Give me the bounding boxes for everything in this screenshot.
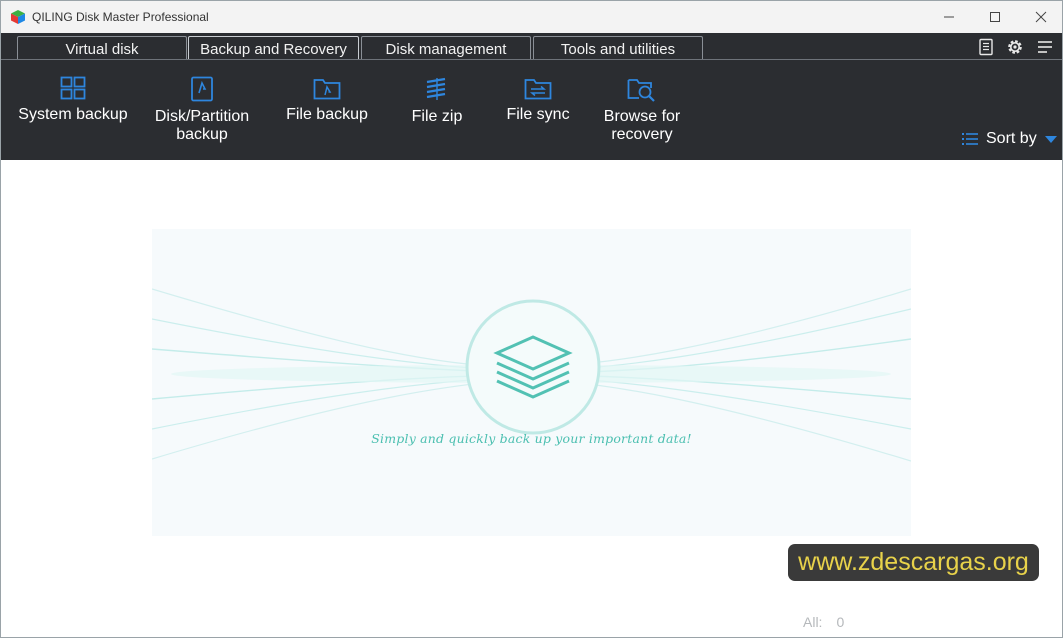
file-zip-button[interactable]: File zip [397,76,477,126]
tab-disk-management[interactable]: Disk management [361,36,531,61]
close-button[interactable] [1018,1,1062,33]
watermark-banner: www.zdescargas.org [788,544,1039,581]
browse-for-recovery-label-line1: Browse for [603,108,681,125]
browse-for-recovery-button[interactable]: Browse for recovery [592,76,692,144]
title-bar: QILING Disk Master Professional [1,1,1062,33]
item-count: All: 0 [803,614,844,630]
file-sync-label: File sync [506,106,570,123]
disk-partition-backup-button[interactable]: Disk/Partition backup [147,76,257,144]
tab-tools-and-utilities[interactable]: Tools and utilities [533,36,703,61]
gear-icon[interactable] [1005,37,1025,57]
browse-recovery-icon [627,79,655,102]
file-backup-icon [313,79,341,100]
empty-state-panel: Simply and quickly back up your importan… [152,229,911,536]
window-title: QILING Disk Master Professional [32,10,209,24]
system-backup-label: System backup [18,106,128,123]
backup-list-area: Simply and quickly back up your importan… [1,160,1062,637]
sort-by-dropdown[interactable]: Sort by [961,129,1057,149]
chevron-down-icon [1044,135,1057,143]
file-backup-button[interactable]: File backup [277,76,377,124]
notes-icon[interactable] [976,37,996,57]
file-sync-button[interactable]: File sync [498,76,578,124]
item-count-value: 0 [836,614,845,630]
list-sort-icon [962,133,978,145]
maximize-icon [990,12,1000,22]
main-tab-strip: Virtual disk Backup and Recovery Disk ma… [1,33,1062,61]
file-sync-icon [524,79,552,100]
system-backup-icon [60,76,86,100]
close-icon [1035,11,1047,23]
file-backup-label: File backup [286,106,368,123]
app-window: QILING Disk Master Professional Virtual … [0,0,1063,638]
app-logo-icon [11,10,25,24]
maximize-button[interactable] [972,1,1018,33]
file-zip-icon [426,77,446,100]
disk-partition-backup-icon [191,76,213,102]
tab-virtual-disk[interactable]: Virtual disk [17,36,187,61]
browse-for-recovery-label-line2: recovery [611,126,673,143]
backup-toolbar: System backup Disk/Partition backup File… [1,60,1062,160]
sort-by-label: Sort by [986,130,1037,147]
minimize-icon [944,16,954,18]
menu-icon[interactable] [1035,37,1055,57]
disk-partition-backup-label-line2: backup [176,126,228,143]
minimize-button[interactable] [926,1,972,33]
item-count-label: All: [803,614,823,630]
disk-partition-backup-label-line1: Disk/Partition [154,108,250,125]
empty-state-illustration [152,288,911,462]
system-backup-button[interactable]: System backup [13,76,133,124]
tab-backup-and-recovery[interactable]: Backup and Recovery [188,36,359,61]
empty-state-message: Simply and quickly back up your importan… [371,431,692,446]
file-zip-label: File zip [411,108,463,125]
